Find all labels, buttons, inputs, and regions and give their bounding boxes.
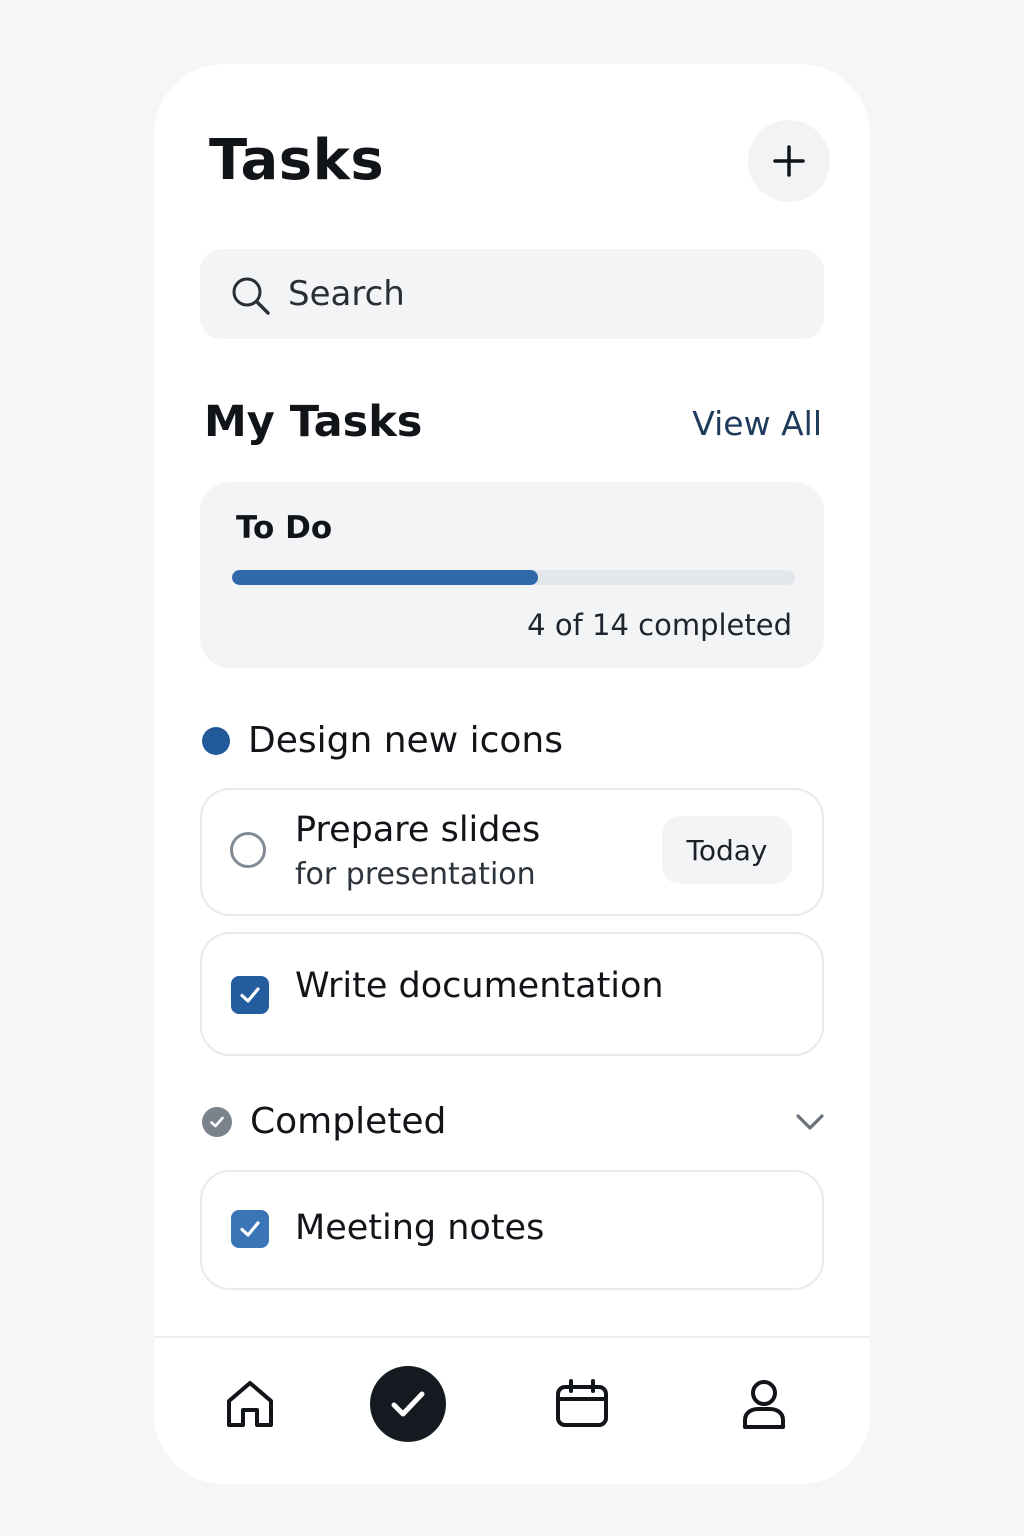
search-input[interactable] — [288, 269, 788, 319]
check-icon — [391, 1391, 425, 1417]
task-checkbox-checked[interactable] — [231, 976, 269, 1014]
chevron-down-icon[interactable] — [794, 1106, 826, 1138]
calendar-icon — [556, 1379, 608, 1427]
group-header-design-new-icons: Design new icons — [202, 713, 826, 769]
progress-label: 4 of 14 completed — [527, 608, 792, 642]
todo-progress-card: To Do 4 of 14 completed — [200, 482, 824, 668]
view-all-link[interactable]: View All — [692, 400, 822, 448]
plus-icon — [773, 145, 805, 177]
group-label: Completed — [250, 1101, 447, 1142]
group-header-completed[interactable]: Completed — [202, 1094, 826, 1150]
progress-bar — [232, 570, 795, 585]
add-task-button[interactable] — [748, 120, 830, 202]
home-icon — [227, 1381, 273, 1427]
group-dot-icon — [202, 727, 230, 755]
task-title: Write documentation — [295, 966, 664, 1006]
task-card-write-documentation[interactable]: Write documentation — [200, 932, 824, 1056]
tab-home[interactable] — [212, 1366, 288, 1442]
progress-card-title: To Do — [236, 510, 333, 546]
search-icon — [232, 277, 270, 315]
tab-calendar[interactable] — [544, 1366, 620, 1442]
task-card-meeting-notes[interactable]: Meeting notes — [200, 1170, 824, 1290]
checkmark-icon — [240, 987, 260, 1003]
group-label: Design new icons — [248, 720, 563, 761]
check-circle-icon — [202, 1107, 232, 1137]
tasks-screen: Tasks My Tasks View All To Do 4 of 14 co… — [154, 64, 870, 1484]
user-icon — [743, 1380, 785, 1429]
tab-profile[interactable] — [726, 1366, 802, 1442]
task-title: Meeting notes — [295, 1208, 545, 1248]
task-title: Prepare slides — [295, 810, 541, 850]
progress-bar-fill — [232, 570, 539, 585]
checkmark-icon — [240, 1221, 260, 1237]
task-card-prepare-slides[interactable]: Prepare slides for presentation Today — [200, 788, 824, 916]
header: Tasks — [154, 64, 870, 264]
task-checkbox-checked[interactable] — [231, 1210, 269, 1248]
search-bar[interactable] — [200, 249, 824, 339]
due-date-badge: Today — [662, 816, 792, 884]
tab-tasks[interactable] — [370, 1366, 446, 1442]
my-tasks-title: My Tasks — [204, 397, 423, 447]
task-subtitle: for presentation — [295, 857, 536, 892]
task-checkbox-unchecked[interactable] — [230, 832, 266, 868]
tab-bar — [154, 1336, 870, 1484]
page-title: Tasks — [209, 128, 385, 193]
